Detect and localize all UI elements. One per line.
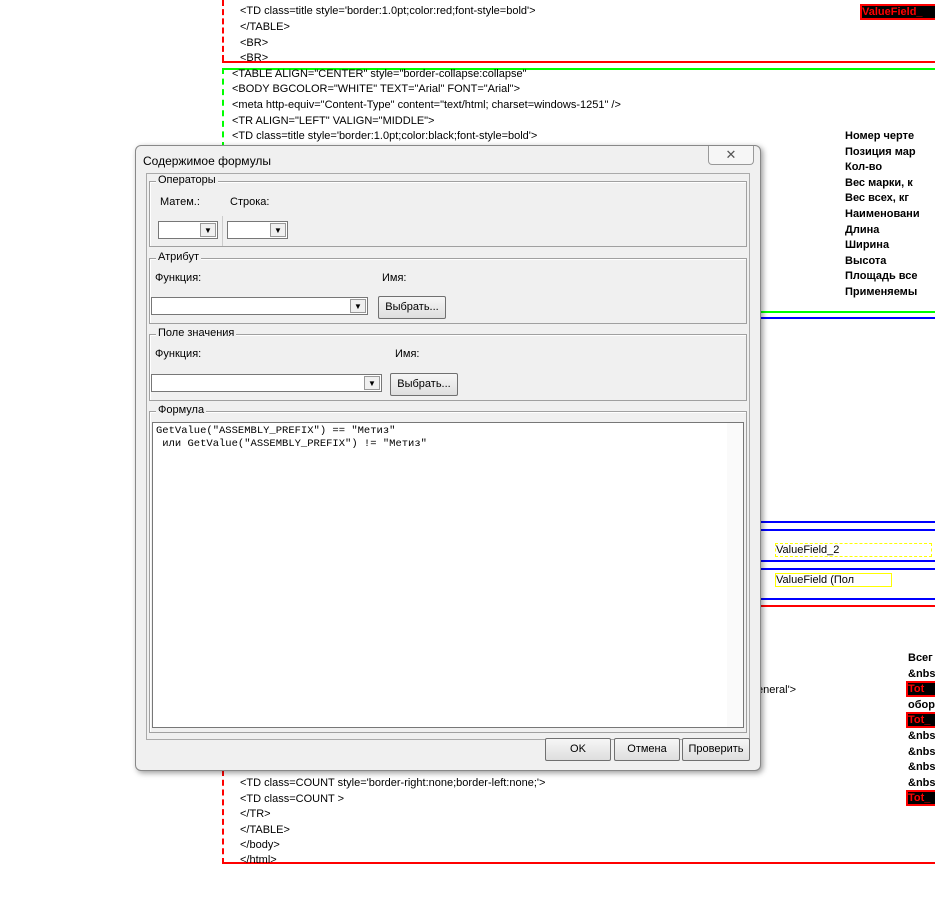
code-line: <BR> [240, 52, 269, 64]
summary-cell: Всег [908, 652, 933, 664]
code-line: <meta http-equiv="Content-Type" content=… [232, 99, 621, 111]
value-field-pol: ValueField (Пол [775, 573, 892, 587]
value-field-group: Поле значения Функция: Имя: ▼ Выбрать... [149, 327, 747, 401]
value-function-label: Функция: [155, 348, 202, 360]
ok-button[interactable]: OK [545, 738, 611, 761]
chevron-down-icon: ▼ [200, 223, 216, 237]
code-line: <TD class=title style='border:1.0pt;colo… [240, 5, 536, 17]
value-name-label: Имя: [395, 348, 420, 360]
math-operator-select[interactable]: ▼ [158, 221, 218, 239]
column-header: Длина [845, 223, 880, 236]
chevron-down-icon: ▼ [270, 223, 286, 237]
check-button[interactable]: Проверить [682, 738, 750, 761]
code-line: <TR ALIGN="LEFT" VALIGN="MIDDLE"> [232, 115, 435, 127]
operators-group: Операторы Матем.: Строка: ▼ ▼ [149, 174, 747, 247]
attribute-select-button[interactable]: Выбрать... [378, 296, 446, 319]
summary-cell: &nbs [908, 745, 935, 758]
string-operator-select[interactable]: ▼ [227, 221, 288, 239]
dialog-content: Операторы Матем.: Строка: ▼ ▼ Атрибут Фу… [146, 173, 750, 740]
summary-cell: Tot_ [906, 712, 935, 729]
red-separator [222, 61, 935, 63]
code-line: <TABLE ALIGN="CENTER" style="border-coll… [232, 68, 527, 80]
attribute-name-label: Имя: [382, 272, 407, 284]
value-field-2: ValueField_2 [775, 543, 932, 557]
value-field-legend: Поле значения [156, 327, 237, 339]
blue-line [755, 598, 935, 600]
blue-line [755, 568, 935, 570]
code-line: <BR> [240, 37, 269, 49]
attribute-function-select[interactable]: ▼ [151, 297, 368, 315]
scrollbar[interactable] [727, 423, 743, 727]
column-header: Наименовани [845, 208, 920, 220]
cancel-button[interactable]: Отмена [614, 738, 680, 761]
divider [222, 216, 223, 246]
close-button[interactable]: ✕ [708, 146, 754, 165]
blue-line [755, 560, 935, 562]
value-field-top: ValueField_ [860, 4, 935, 20]
summary-cell: &nbs [908, 667, 935, 680]
column-header: Ширина [845, 239, 890, 252]
code-line: </TABLE> [240, 21, 290, 33]
column-header: Высота [845, 254, 887, 267]
green-line [755, 311, 935, 313]
green-region-border [222, 68, 226, 148]
summary-cell: &nbs [908, 776, 935, 789]
operators-legend: Операторы [156, 174, 218, 186]
blue-line [755, 317, 935, 319]
formula-dialog: Содержимое формулы ✕ Операторы Матем.: С… [135, 145, 761, 771]
value-select-button[interactable]: Выбрать... [390, 373, 458, 396]
code-line: <TD class=COUNT style='border-right:none… [240, 777, 546, 789]
column-header: Площадь все [845, 270, 918, 283]
summary-cell: Tot_ [906, 790, 935, 807]
code-line: </html> [240, 854, 277, 866]
column-header: Вес марки, к [845, 176, 913, 189]
column-header: Позиция мар [845, 145, 916, 158]
dialog-title: Содержимое формулы [143, 154, 272, 168]
code-line: <TD class=title style='border:1.0pt;colo… [232, 130, 538, 142]
chevron-down-icon: ▼ [364, 376, 380, 390]
summary-cell: &nbs [908, 761, 935, 774]
formula-group: Формула GetValue("ASSEMBLY_PREFIX") == "… [149, 404, 747, 733]
summary-cell: обор [908, 698, 935, 711]
x-icon: ✕ [725, 147, 737, 162]
value-function-select[interactable]: ▼ [151, 374, 382, 392]
formula-legend: Формула [156, 404, 207, 416]
column-header: Применяемы [845, 286, 918, 298]
math-label: Матем.: [160, 196, 200, 208]
attribute-group: Атрибут Функция: Имя: ▼ Выбрать... [149, 251, 747, 324]
blue-line [755, 521, 935, 523]
string-label: Строка: [230, 196, 270, 208]
blue-line [755, 529, 935, 531]
summary-cell: &nbs [908, 730, 935, 742]
code-line: <BODY BGCOLOR="WHITE" TEXT="Arial" FONT=… [232, 83, 521, 95]
code-line: <TD class=COUNT > [240, 793, 345, 805]
code-line: </body> [240, 839, 280, 851]
chevron-down-icon: ▼ [350, 299, 366, 313]
attribute-legend: Атрибут [156, 251, 201, 263]
code-line: </TR> [240, 808, 271, 820]
summary-cell: Tot [906, 681, 935, 698]
column-header: Номер черте [845, 130, 915, 142]
column-header: Кол-во [845, 161, 883, 174]
code-line: eneral'> [757, 684, 797, 696]
attribute-function-label: Функция: [155, 272, 202, 284]
column-header: Вес всех, кг [845, 192, 909, 205]
formula-textarea[interactable]: GetValue("ASSEMBLY_PREFIX") == "Метиз" и… [152, 422, 744, 728]
code-line: </TABLE> [240, 824, 290, 836]
red-line [755, 605, 935, 607]
